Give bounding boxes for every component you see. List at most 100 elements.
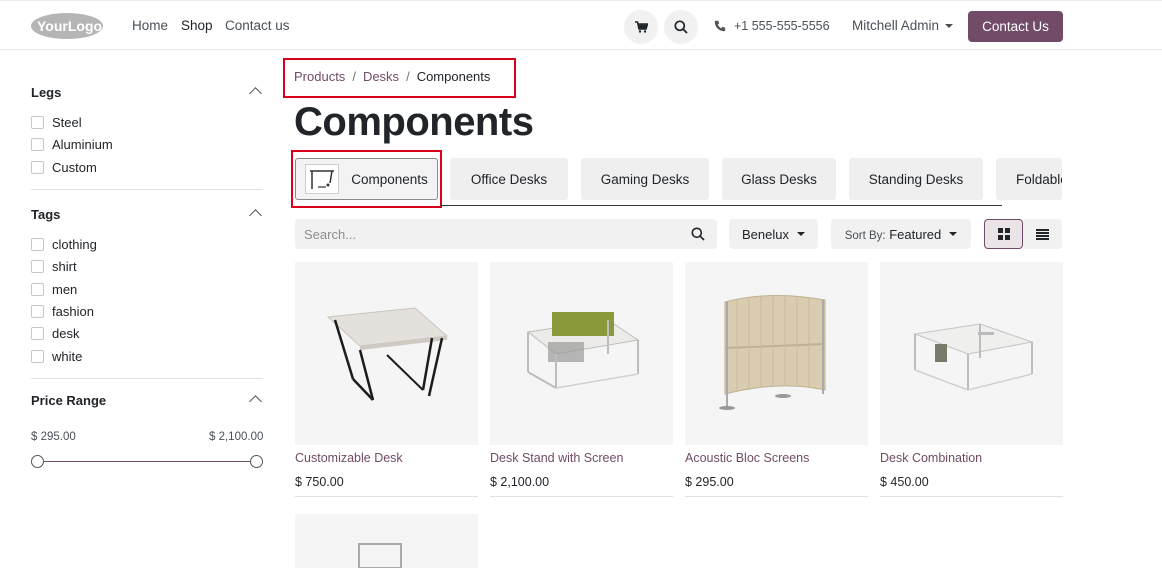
divider	[295, 496, 478, 497]
price-slider-min-handle[interactable]	[31, 455, 44, 468]
search-icon	[674, 20, 688, 34]
phone-link[interactable]: +1 555-555-5556	[714, 19, 830, 33]
sort-prefix: Sort By:	[844, 229, 886, 242]
logo-text: YourLogo	[37, 18, 102, 34]
cart-button[interactable]	[624, 10, 658, 44]
chevron-up-icon[interactable]	[249, 209, 262, 222]
category-tab-glass-desks[interactable]: Glass Desks	[722, 158, 836, 200]
price-range-title: Price Range	[31, 393, 107, 408]
checkbox[interactable]	[31, 327, 44, 340]
list-view-button[interactable]	[1023, 219, 1062, 249]
breadcrumb-separator: /	[352, 69, 356, 84]
filter-option-label: shirt	[52, 259, 77, 274]
search-toggle-button[interactable]	[664, 10, 698, 44]
nav-home[interactable]: Home	[132, 18, 168, 33]
product-name[interactable]: Acoustic Bloc Screens	[685, 451, 809, 465]
divider	[31, 378, 263, 379]
pricelist-dropdown[interactable]: Benelux	[729, 219, 818, 249]
product-image[interactable]	[295, 514, 478, 568]
product-image-desk-combination[interactable]	[880, 262, 1063, 445]
category-tab-gaming-desks[interactable]: Gaming Desks	[581, 158, 709, 200]
grid-icon	[997, 228, 1010, 240]
checkbox[interactable]	[31, 305, 44, 318]
price-slider-max-handle[interactable]	[250, 455, 263, 468]
product-image-acoustic-bloc-screens[interactable]	[685, 262, 868, 445]
price-max-label: $ 2,100.00	[209, 431, 264, 443]
filter-option-shirt[interactable]: shirt	[31, 259, 77, 274]
user-menu[interactable]: Mitchell Admin	[852, 18, 954, 33]
checkbox[interactable]	[31, 350, 44, 363]
search-input[interactable]	[295, 219, 675, 249]
filter-option-custom[interactable]: Custom	[31, 160, 97, 175]
phone-number: +1 555-555-5556	[734, 19, 830, 33]
price-slider-track[interactable]	[37, 461, 257, 462]
chevron-down-icon	[949, 232, 958, 236]
product-price: $ 450.00	[880, 475, 929, 489]
cart-icon	[634, 21, 648, 33]
tabs-divider	[440, 205, 1002, 206]
checkbox[interactable]	[31, 260, 44, 273]
sort-dropdown[interactable]: Sort By: Featured	[831, 219, 971, 249]
breadcrumb-desks[interactable]: Desks	[363, 69, 399, 84]
checkbox[interactable]	[31, 116, 44, 129]
chevron-up-icon[interactable]	[249, 87, 262, 100]
filter-option-label: fashion	[52, 304, 94, 319]
divider	[880, 496, 1063, 497]
category-tab-components[interactable]: Components	[295, 158, 438, 200]
phone-icon	[714, 20, 726, 32]
nav-shop[interactable]: Shop	[181, 18, 213, 33]
filter-option-label: desk	[52, 326, 80, 341]
chevron-down-icon	[945, 23, 954, 28]
list-icon	[1036, 228, 1049, 240]
filter-option-label: white	[52, 349, 83, 364]
sort-value: Featured	[889, 226, 942, 242]
product-name[interactable]: Desk Combination	[880, 451, 982, 465]
product-price: $ 2,100.00	[490, 475, 550, 489]
product-search[interactable]	[295, 219, 717, 249]
filter-option-steel[interactable]: Steel	[31, 115, 82, 130]
filter-option-clothing[interactable]: clothing	[31, 237, 97, 252]
filter-option-white[interactable]: white	[31, 349, 82, 364]
checkbox[interactable]	[31, 283, 44, 296]
product-image-desk-stand-with-screen[interactable]	[490, 262, 673, 445]
filter-option-aluminium[interactable]: Aluminium	[31, 137, 113, 152]
page-title: Components	[294, 100, 534, 144]
breadcrumb-products[interactable]: Products	[294, 69, 345, 84]
filter-option-label: clothing	[52, 237, 97, 252]
filter-option-label: Steel	[52, 115, 82, 130]
filter-option-label: Custom	[52, 160, 97, 175]
grid-view-button[interactable]	[984, 219, 1023, 249]
product-name[interactable]: Customizable Desk	[295, 451, 403, 465]
chevron-down-icon	[796, 232, 805, 236]
checkbox[interactable]	[31, 138, 44, 151]
filter-option-fashion[interactable]: fashion	[31, 304, 94, 319]
search-icon[interactable]	[691, 227, 705, 241]
breadcrumb-separator: /	[406, 69, 410, 84]
product-price: $ 295.00	[685, 475, 734, 489]
filter-option-desk[interactable]: desk	[31, 326, 79, 341]
filter-option-label: Aluminium	[52, 137, 113, 152]
user-name: Mitchell Admin	[852, 18, 940, 33]
chevron-up-icon[interactable]	[249, 395, 262, 408]
category-thumbnail	[305, 164, 340, 194]
nav-contact-us[interactable]: Contact us	[225, 18, 290, 33]
top-navbar: YourLogo Home Shop Contact us +1 555-555…	[0, 0, 1162, 50]
logo[interactable]: YourLogo	[30, 12, 105, 40]
product-name[interactable]: Desk Stand with Screen	[490, 451, 623, 465]
contact-us-button[interactable]: Contact Us	[968, 11, 1063, 42]
checkbox[interactable]	[31, 238, 44, 251]
category-tab-standing-desks[interactable]: Standing Desks	[849, 158, 983, 200]
category-tab-office-desks[interactable]: Office Desks	[450, 158, 568, 200]
legs-filter-title: Legs	[31, 85, 62, 100]
category-tab-foldable[interactable]: Foldable	[996, 158, 1062, 200]
tags-filter-title: Tags	[31, 207, 61, 222]
divider	[31, 189, 263, 190]
checkbox[interactable]	[31, 161, 44, 174]
pricelist-value: Benelux	[742, 226, 789, 242]
filter-option-men[interactable]: men	[31, 282, 77, 297]
breadcrumb: Products / Desks / Components	[294, 69, 490, 84]
category-label: Components	[351, 171, 428, 187]
breadcrumb-current: Components	[416, 69, 491, 84]
product-image-customizable-desk[interactable]	[295, 262, 478, 445]
divider	[490, 496, 673, 497]
